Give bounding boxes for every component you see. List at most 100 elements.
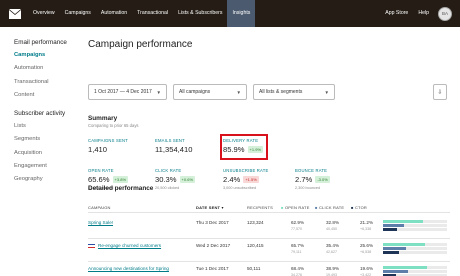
nav-automation[interactable]: Automation [96,0,132,27]
metric-value: 65.6% [88,175,110,184]
campaign-cell: Announcing new destinations for Spring [88,266,169,271]
summary-title: Summary [88,115,118,122]
click-rate-bar [383,270,408,273]
ctor-bar [383,228,397,231]
nav-insights[interactable]: Insights [227,0,256,27]
column-header-label: DATE SENT [196,205,221,210]
main-content: Campaign performance 1 Oct 2017 — 4 Dec … [88,27,450,276]
open-rate-cell: 65.7% [291,243,305,248]
sidebar-item-transactional[interactable]: Transactional [14,79,78,85]
metric-delta-badge: +1.5% [243,176,259,183]
header-divider [88,212,450,213]
campaigns-select[interactable]: All campaigns ▼ [173,84,247,100]
ctor-count: +6,538 [360,250,372,254]
click-rate-legend-icon: ■ [315,205,318,210]
recipients-cell: 123,324 [247,220,264,225]
open-count: 77,570 [291,227,302,231]
sidebar: Email performance Campaigns Automation T… [0,27,78,276]
sidebar-item-lists[interactable]: Lists [14,123,78,129]
sidebar-item-acquisition[interactable]: Acquisition [14,150,78,156]
click-rate-cell: 35.4% [326,243,340,248]
metric-value: 2.7% [295,175,313,184]
nav-transactional[interactable]: Transactional [132,0,173,27]
sidebar-heading-email: Email performance [14,39,67,46]
ctor-legend-icon: ■ [351,205,354,210]
metric-value: 11,354,410 [155,145,193,154]
top-nav: Overview Campaigns Automation Transactio… [0,0,460,27]
date-cell: Tue 1 Dec 2017 [196,266,229,271]
metric-value: 2.4% [223,175,241,184]
click-rate-cell: 32.8% [326,220,340,225]
ctor-cell: 21.2% [360,220,374,225]
lists-select[interactable]: All lists & segments ▼ [253,84,335,100]
column-header-date-sent[interactable]: DATE SENT ▾ [196,205,224,210]
click-rate-bar [383,224,404,227]
sidebar-item-campaigns[interactable]: Campaigns [14,52,78,58]
download-button[interactable]: ⇩ [433,84,447,100]
click-count: 42,627 [326,250,337,254]
nav-app-store[interactable]: App Store [380,0,413,27]
column-header-click-rate[interactable]: ■ CLICK RATE [315,205,344,210]
campaign-link[interactable]: Spring Sale! [88,220,113,225]
nav-links: Overview Campaigns Automation Transactio… [28,0,256,27]
date-cell: Wed 2 Dec 2017 [196,243,231,248]
sidebar-item-segments[interactable]: Segments [14,136,78,142]
sort-desc-icon: ▾ [221,205,224,210]
metric-label: BOUNCE RATE [295,168,328,173]
date-range-select[interactable]: 1 Oct 2017 — 4 Dec 2017 ▼ [88,84,167,100]
table-row[interactable]: Announcing new destinations for Spring Tu… [88,264,450,276]
open-rate-cell: 62.9% [291,220,305,225]
column-header-label: CTOR [354,205,367,210]
metric-delta-badge: -3.0% [315,176,330,183]
campaign-cell: Spring Sale! [88,220,113,225]
chevron-down-icon: ▼ [156,89,161,95]
open-count: 79,111 [291,250,302,254]
brand-logo-icon[interactable] [5,0,25,27]
lists-value: All lists & segments [259,89,303,95]
nav-campaigns[interactable]: Campaigns [60,0,96,27]
nav-overview[interactable]: Overview [28,0,60,27]
sidebar-item-automation[interactable]: Automation [14,65,78,71]
page-title: Campaign performance [88,39,193,50]
sidebar-item-geography[interactable]: Geography [14,176,78,182]
ctor-count: +6,338 [360,227,372,231]
open-rate-legend-icon: ■ [281,205,284,210]
open-rate-cell: 68.4% [291,266,305,271]
column-header-ctor[interactable]: ■ CTOR [351,205,367,210]
ctor-cell: 19.6% [360,266,374,271]
click-rate-bar [383,247,406,250]
campaign-cell: Re-engage churned customers [88,243,161,249]
nav-help[interactable]: Help [413,0,434,27]
metric-label: UNSUBSCRIBE RATE [223,168,269,173]
highlight-box [220,134,268,160]
campaign-link[interactable]: Announcing new destinations for Spring [88,266,169,271]
sidebar-item-engagement[interactable]: Engagement [14,163,78,169]
metric-subtext: 2,300 bounced [295,186,321,190]
date-range-value: 1 Oct 2017 — 4 Dec 2017 [94,89,152,95]
ctor-bar [383,251,400,254]
sidebar-item-content[interactable]: Content [14,92,78,98]
metric-unsubscribe-rate: UNSUBSCRIBE RATE 2.4% +1.5% 3,000 unsubs… [223,168,303,190]
open-rate-bar [383,266,427,269]
nav-lists-subscribers[interactable]: Lists & Subscribers [173,0,227,27]
metric-value: 30.3% [155,175,177,184]
recipients-cell: 50,111 [247,266,261,271]
detail-title: Detailed performance [88,185,154,192]
column-header-campaign[interactable]: CAMPAIGN [88,205,111,210]
column-header-open-rate[interactable]: ■ OPEN RATE [281,205,310,210]
column-header-label: CLICK RATE [318,205,345,210]
column-header-label: OPEN RATE [284,205,310,210]
metric-delta-badge: +3.8% [112,176,128,183]
campaigns-value: All campaigns [179,89,211,95]
row-divider [88,238,450,239]
france-flag-icon [88,243,95,249]
metric-value: 1,410 [88,145,108,154]
open-rate-bar [383,243,426,246]
chevron-down-icon: ▼ [236,89,241,95]
row-divider [88,261,450,262]
column-header-recipients[interactable]: RECIPIENTS [247,205,273,210]
metric-subtext: 3,000 unsubscribed [223,186,257,190]
campaign-link[interactable]: Re-engage churned customers [98,243,161,248]
recipients-cell: 120,415 [247,243,264,248]
avatar[interactable]: BA [438,6,452,21]
